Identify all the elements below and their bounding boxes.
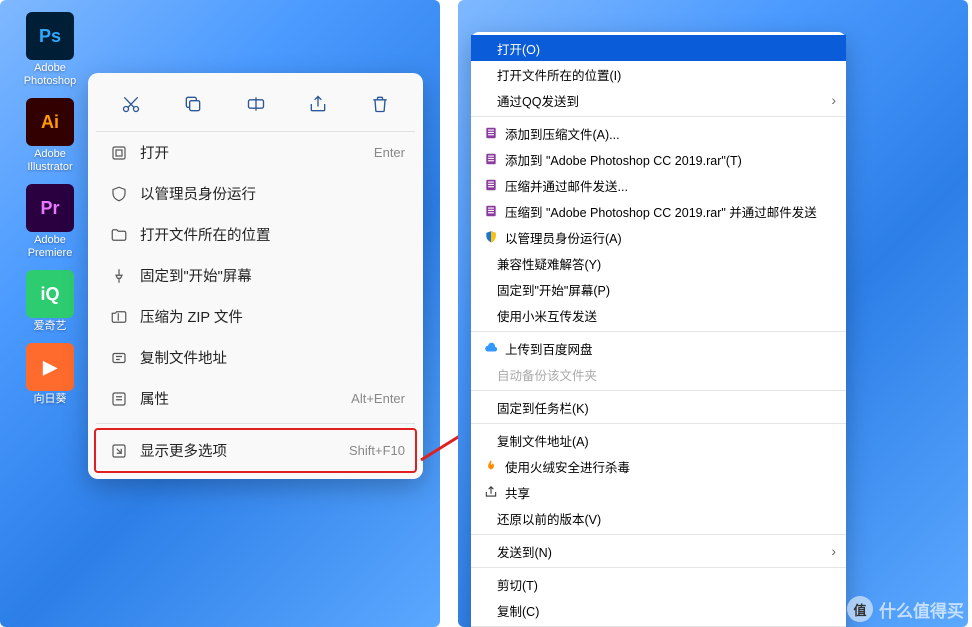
rar-icon: [481, 125, 501, 141]
legacy-menu-item[interactable]: 复制文件地址(A): [471, 427, 846, 453]
desktop-icon-iqiyi[interactable]: iQ爱奇艺: [20, 270, 80, 333]
legacy-menu-item[interactable]: 固定到"开始"屏幕(P): [471, 276, 846, 302]
legacy-menu-label: 固定到任务栏(K): [481, 398, 836, 417]
share-icon: [481, 484, 501, 500]
legacy-menu-item[interactable]: 固定到任务栏(K): [471, 394, 846, 420]
expand-icon: [106, 442, 132, 460]
rar-icon: [481, 203, 501, 219]
menu-item-run-admin[interactable]: 以管理员身份运行: [96, 173, 415, 214]
legacy-menu-item[interactable]: 还原以前的版本(V): [471, 505, 846, 531]
legacy-menu-label: 发送到(N): [481, 542, 836, 561]
desktop-icon-pr[interactable]: PrAdobe Premiere: [20, 184, 80, 260]
cloud-icon: [481, 340, 501, 356]
legacy-menu-label: 添加到压缩文件(A)...: [505, 124, 836, 143]
desktop-icon-sunflower[interactable]: ▶向日葵: [20, 343, 80, 406]
legacy-menu-item[interactable]: 发送到(N): [471, 538, 846, 564]
path-icon: [106, 349, 132, 367]
legacy-menu-item[interactable]: 共享: [471, 479, 846, 505]
context-menu-legacy: 打开(O) 打开文件所在的位置(I) 通过QQ发送到添加到压缩文件(A)... 添加到…: [471, 32, 846, 627]
watermark-badge: 值: [847, 596, 873, 622]
legacy-menu-item[interactable]: 兼容性疑难解答(Y): [471, 250, 846, 276]
legacy-menu-item: 自动备份该文件夹: [471, 361, 846, 387]
legacy-menu-item[interactable]: 压缩并通过邮件发送...: [471, 172, 846, 198]
desktop-icon-ps[interactable]: PsAdobe Photoshop: [20, 12, 80, 88]
legacy-menu-item[interactable]: 通过QQ发送到: [471, 87, 846, 113]
delete-icon[interactable]: [363, 87, 397, 121]
right-desktop-panel: 打开(O) 打开文件所在的位置(I) 通过QQ发送到添加到压缩文件(A)... 添加到…: [458, 0, 968, 627]
legacy-menu-item[interactable]: 添加到压缩文件(A)...: [471, 120, 846, 146]
legacy-menu-label: 使用小米互传发送: [481, 306, 836, 325]
folder-icon: [106, 226, 132, 244]
legacy-menu-label: 打开文件所在的位置(I): [481, 65, 836, 84]
zip-icon: [106, 308, 132, 326]
legacy-menu-label: 复制(C): [481, 601, 836, 620]
shield-icon: [106, 185, 132, 203]
separator: [471, 116, 846, 117]
legacy-menu-label: 还原以前的版本(V): [481, 509, 836, 528]
legacy-menu-item[interactable]: 使用小米互传发送: [471, 302, 846, 328]
desktop-icons: PsAdobe Photoshop AiAdobe Illustrator Pr…: [20, 12, 80, 406]
open-icon: [106, 144, 132, 162]
legacy-menu-label: 压缩到 "Adobe Photoshop CC 2019.rar" 并通过邮件发…: [505, 202, 836, 221]
legacy-menu-label: 共享: [505, 483, 836, 502]
legacy-menu-label: 固定到"开始"屏幕(P): [481, 280, 836, 299]
legacy-menu-label: 打开(O): [481, 39, 836, 58]
legacy-menu-label: 使用火绒安全进行杀毒: [505, 457, 836, 476]
properties-icon: [106, 390, 132, 408]
cut-icon[interactable]: [114, 87, 148, 121]
watermark: 值 什么值得买: [847, 596, 964, 622]
legacy-menu-item[interactable]: 以管理员身份运行(A): [471, 224, 846, 250]
menu-item-properties[interactable]: 属性 Alt+Enter: [96, 378, 415, 419]
legacy-menu-item[interactable]: 上传到百度网盘: [471, 335, 846, 361]
share-icon[interactable]: [301, 87, 335, 121]
context-menu-win11: 打开 Enter 以管理员身份运行 打开文件所在的位置 固定到"开始"屏幕 压缩…: [88, 73, 423, 479]
separator: [96, 423, 415, 424]
menu-item-copy-path[interactable]: 复制文件地址: [96, 337, 415, 378]
fire-icon: [481, 458, 501, 474]
watermark-text: 什么值得买: [879, 597, 964, 622]
menu-item-open-location[interactable]: 打开文件所在的位置: [96, 214, 415, 255]
copy-icon[interactable]: [176, 87, 210, 121]
rar-icon: [481, 177, 501, 193]
legacy-menu-item[interactable]: 添加到 "Adobe Photoshop CC 2019.rar"(T): [471, 146, 846, 172]
pin-icon: [106, 267, 132, 285]
separator: [471, 423, 846, 424]
legacy-menu-label: 兼容性疑难解答(Y): [481, 254, 836, 273]
separator: [471, 567, 846, 568]
rar-icon: [481, 151, 501, 167]
legacy-menu-label: 以管理员身份运行(A): [505, 228, 836, 247]
legacy-menu-label: 剪切(T): [481, 575, 836, 594]
legacy-menu-item[interactable]: 打开(O): [471, 35, 846, 61]
legacy-menu-label: 压缩并通过邮件发送...: [505, 176, 836, 195]
rename-icon[interactable]: [239, 87, 273, 121]
legacy-menu-label: 复制文件地址(A): [481, 431, 836, 450]
menu-item-open[interactable]: 打开 Enter: [96, 132, 415, 173]
separator: [471, 390, 846, 391]
menu-item-zip[interactable]: 压缩为 ZIP 文件: [96, 296, 415, 337]
menu-item-show-more[interactable]: 显示更多选项 Shift+F10: [96, 430, 415, 471]
highlight-box: 显示更多选项 Shift+F10: [94, 428, 417, 473]
legacy-menu-item[interactable]: 复制(C): [471, 597, 846, 623]
legacy-menu-item[interactable]: 打开文件所在的位置(I): [471, 61, 846, 87]
legacy-menu-label: 自动备份该文件夹: [481, 365, 836, 384]
left-desktop-panel: PsAdobe Photoshop AiAdobe Illustrator Pr…: [0, 0, 440, 627]
legacy-menu-item[interactable]: 剪切(T): [471, 571, 846, 597]
legacy-menu-label: 上传到百度网盘: [505, 339, 836, 358]
legacy-menu-label: 添加到 "Adobe Photoshop CC 2019.rar"(T): [505, 150, 836, 169]
quick-action-row: [96, 81, 415, 132]
legacy-menu-item[interactable]: 使用火绒安全进行杀毒: [471, 453, 846, 479]
separator: [471, 534, 846, 535]
legacy-menu-item[interactable]: 压缩到 "Adobe Photoshop CC 2019.rar" 并通过邮件发…: [471, 198, 846, 224]
shield-icon: [481, 229, 501, 245]
menu-item-pin-start[interactable]: 固定到"开始"屏幕: [96, 255, 415, 296]
desktop-icon-ai[interactable]: AiAdobe Illustrator: [20, 98, 80, 174]
legacy-menu-label: 通过QQ发送到: [481, 91, 836, 110]
separator: [471, 331, 846, 332]
